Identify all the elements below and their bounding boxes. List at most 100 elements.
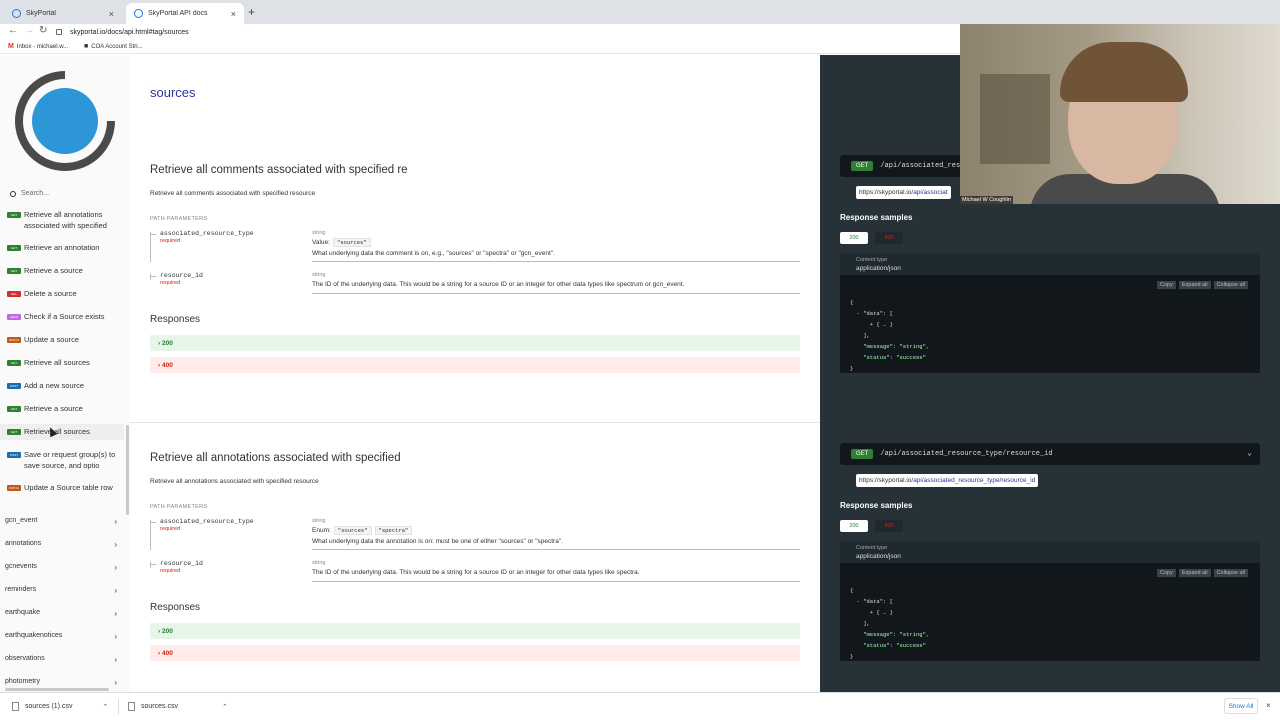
endpoint-path: /api/associated_resource_type/resource_i… xyxy=(880,450,1053,458)
json-line: } xyxy=(850,653,854,660)
tab-200[interactable]: 200 xyxy=(840,232,868,244)
show-all-button[interactable]: Show All xyxy=(1224,698,1258,714)
collapse-all-button[interactable]: Collapse all xyxy=(1213,569,1248,577)
url-host: https://skyportal.io xyxy=(859,477,912,484)
forward-arrow-icon[interactable]: → xyxy=(24,25,34,36)
download-item[interactable]: sources (1).csv ⌃ xyxy=(12,702,108,711)
address-bar[interactable]: skyportal.io/docs/api.html#tag/sources xyxy=(56,25,960,39)
sidebar-item-retrieve-all-sources-2[interactable]: GET Retrieve all sources xyxy=(0,424,124,440)
sidebar-item-label: Retrieve a source xyxy=(24,266,83,275)
json-line[interactable]: + { … } xyxy=(850,319,1250,330)
sidebar-item-retrieve-annotations[interactable]: GET Retrieve all annotations associated w… xyxy=(0,210,124,231)
sidebar-item-retrieve-all-sources[interactable]: GET Retrieve all sources xyxy=(0,358,124,369)
responses-title: Responses xyxy=(150,314,201,325)
path-parameters-label: PATH PARAMETERS xyxy=(150,504,208,510)
search-input[interactable]: Search... xyxy=(21,190,49,197)
response-200-toggle[interactable]: › 200 xyxy=(150,623,800,639)
param-name: resource_id xyxy=(160,272,203,279)
param-divider xyxy=(312,293,800,294)
back-arrow-icon[interactable]: ← xyxy=(8,25,18,36)
endpoint-url[interactable]: https://skyportal.io/api/associat xyxy=(856,186,951,199)
sidebar-item-label: Update a Source table row xyxy=(24,483,113,492)
sidebar-category-reminders[interactable]: reminders › xyxy=(5,586,117,595)
response-sample-tabs: 200 400 xyxy=(840,232,1260,244)
sidebar-category-photometry[interactable]: photometry › xyxy=(5,678,117,687)
expand-all-button[interactable]: Expand all xyxy=(1178,569,1211,577)
sidebar-item-retrieve-annotation[interactable]: GET Retrieve an annotation xyxy=(0,243,124,254)
sidebar-category-earthquakenotices[interactable]: earthquakenotices › xyxy=(5,632,117,641)
new-tab-button[interactable]: + xyxy=(248,5,255,19)
sidebar-item-retrieve-source-2[interactable]: GET Retrieve a source xyxy=(0,404,124,415)
tab-200[interactable]: 200 xyxy=(840,520,868,532)
endpoint-url[interactable]: https://skyportal.io/api/associated_reso… xyxy=(856,474,1039,487)
sidebar-item-retrieve-source[interactable]: GET Retrieve a source xyxy=(0,266,124,277)
copy-button[interactable]: Copy xyxy=(1157,569,1176,577)
json-line[interactable]: + { … } xyxy=(850,607,1250,618)
browser-tab-skyportal[interactable]: SkyPortal × xyxy=(4,3,122,24)
sidebar-item-label: Save or request group(s) to save source,… xyxy=(24,450,116,470)
sidebar-category-earthquake[interactable]: earthquake › xyxy=(5,609,117,618)
chevron-right-icon: › xyxy=(114,655,117,664)
content-type-box: Content type application/json xyxy=(840,541,1260,563)
sidebar-category-gcn-event[interactable]: gcn_event › xyxy=(5,517,117,526)
tab-400[interactable]: 400 xyxy=(875,520,903,532)
close-icon[interactable]: × xyxy=(1266,701,1271,710)
chevron-down-icon[interactable]: ⌄ xyxy=(1247,448,1252,458)
param-divider xyxy=(312,581,800,582)
param-tree-line xyxy=(150,520,151,550)
sidebar-item-update-source-table-row[interactable]: PATCH Update a Source table row xyxy=(0,483,124,494)
chevron-up-icon[interactable]: ⌃ xyxy=(222,703,228,711)
content-type-label: Content type xyxy=(856,545,888,551)
get-method-badge: GET xyxy=(7,268,21,274)
param-description: The ID of the underlying data. This woul… xyxy=(312,569,640,576)
bookmark-label: Inbox - michael.w... xyxy=(16,43,69,50)
bookmark-inbox[interactable]: M Inbox - michael.w... xyxy=(8,43,68,50)
sidebar-item-add-source[interactable]: POST Add a new source xyxy=(0,381,124,392)
get-method-badge: GET xyxy=(7,360,21,366)
response-400-toggle[interactable]: › 400 xyxy=(150,645,800,661)
lock-icon xyxy=(56,29,62,35)
category-label: observations xyxy=(5,655,45,662)
chevron-up-icon[interactable]: ⌃ xyxy=(102,703,108,711)
patch-method-badge: PATCH xyxy=(7,337,21,343)
skyportal-favicon-icon xyxy=(134,9,143,18)
param-enum-value: "spectra" xyxy=(374,526,413,535)
download-item[interactable]: sources.csv ⌃ xyxy=(128,702,228,711)
endpoint-toggle[interactable]: GET /api/associated_resource_type/resour… xyxy=(840,443,1260,465)
sidebar-horizontal-scrollbar[interactable] xyxy=(5,688,109,691)
sidebar-category-annotations[interactable]: annotations › xyxy=(5,540,117,549)
json-line[interactable]: - "data": [ xyxy=(850,308,1250,319)
chevron-right-icon: › xyxy=(114,586,117,595)
sidebar-category-gcnevents[interactable]: gcnevents › xyxy=(5,563,117,572)
param-name: resource_id xyxy=(160,560,203,567)
sidebar-item-save-request-groups[interactable]: POST Save or request group(s) to save sou… xyxy=(0,450,124,471)
copy-button[interactable]: Copy xyxy=(1157,281,1176,289)
param-type: string xyxy=(312,560,326,566)
downloads-bar: sources (1).csv ⌃ sources.csv ⌃ Show All… xyxy=(0,692,1280,720)
reload-icon[interactable]: ↻ xyxy=(39,25,47,36)
json-line[interactable]: - "data": [ xyxy=(850,596,1250,607)
response-200-toggle[interactable]: › 200 xyxy=(150,335,800,351)
expand-all-button[interactable]: Expand all xyxy=(1178,281,1211,289)
docs-sidebar: Search... GET Retrieve all annotations as… xyxy=(0,55,130,692)
search-icon xyxy=(10,190,16,197)
collapse-all-button[interactable]: Collapse all xyxy=(1213,281,1248,289)
sidebar-search[interactable]: Search... xyxy=(10,190,49,197)
sidebar-item-check-source[interactable]: HEAD Check if a Source exists xyxy=(0,312,124,323)
param-description: What underlying data the comment is on, … xyxy=(312,250,555,257)
bookmark-coa[interactable]: ■ COA Account Stri... xyxy=(84,43,143,50)
tab-close-icon[interactable]: × xyxy=(231,9,236,19)
browser-tab-api-docs[interactable]: SkyPortal API docs × xyxy=(126,3,244,24)
operation-title: Retrieve all annotations associated with… xyxy=(150,452,401,464)
sidebar-item-delete-source[interactable]: DEL Delete a source xyxy=(0,289,124,300)
skyportal-logo xyxy=(15,71,115,171)
sidebar-category-observations[interactable]: observations › xyxy=(5,655,117,664)
sidebar-scrollbar[interactable] xyxy=(126,425,129,515)
response-400-toggle[interactable]: › 400 xyxy=(150,357,800,373)
json-line: "status": "success" xyxy=(850,642,926,649)
operation-description: Retrieve all comments associated with sp… xyxy=(150,190,316,197)
tab-400[interactable]: 400 xyxy=(875,232,903,244)
tab-close-icon[interactable]: × xyxy=(109,9,114,19)
bookmark-label: COA Account Stri... xyxy=(91,43,143,50)
sidebar-item-update-source[interactable]: PATCH Update a source xyxy=(0,335,124,346)
